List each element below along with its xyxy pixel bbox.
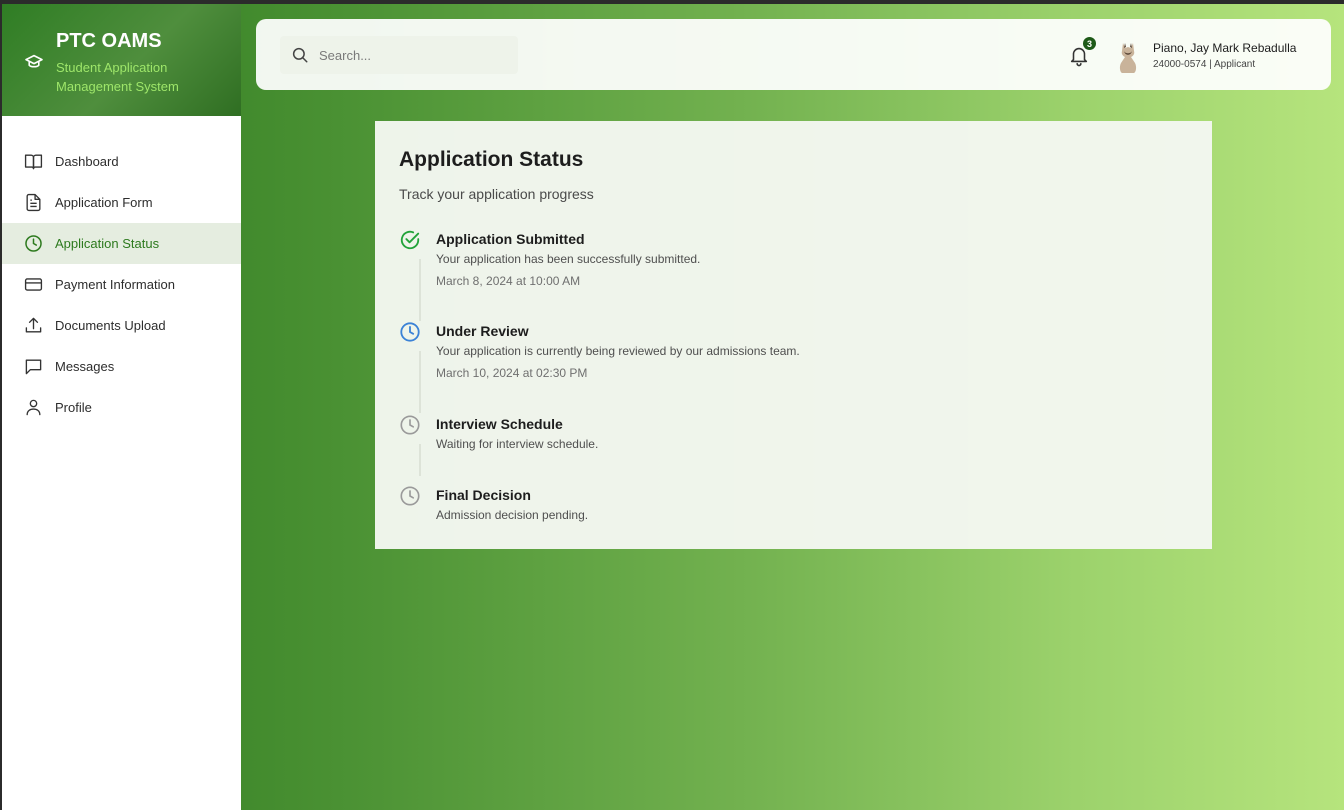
search-box[interactable]	[280, 36, 518, 74]
step-description: Your application is currently being revi…	[436, 344, 800, 358]
step-title: Application Submitted	[436, 231, 585, 247]
sidebar-item-label: Application Form	[55, 195, 153, 210]
timeline-connector	[419, 351, 421, 413]
clock-icon	[400, 322, 420, 342]
top-bar: 3 Piano, Jay Mark Rebadulla 24000-0574 |…	[256, 19, 1331, 90]
sidebar-item-label: Application Status	[55, 236, 160, 251]
notification-badge: 3	[1083, 37, 1096, 50]
sidebar-item-application-form[interactable]: Application Form	[2, 182, 241, 223]
upload-icon	[25, 317, 42, 333]
brand-subtitle: Student Application Management System	[56, 60, 179, 94]
check-circle-icon	[400, 230, 420, 250]
step-description: Your application has been successfully s…	[436, 252, 701, 266]
sidebar-item-label: Messages	[55, 359, 115, 374]
sidebar-item-label: Profile	[55, 400, 92, 415]
sidebar-item-label: Payment Information	[55, 277, 175, 292]
search-input[interactable]	[317, 46, 511, 64]
page-title: Application Status	[399, 148, 584, 171]
user-id-role: 24000-0574 | Applicant	[1153, 59, 1256, 70]
page-subtitle: Track your application progress	[399, 186, 594, 202]
graduation-cap-icon	[25, 54, 43, 68]
user-name: Piano, Jay Mark Rebadulla	[1153, 41, 1297, 55]
step-date: March 10, 2024 at 02:30 PM	[436, 366, 588, 380]
step-title: Interview Schedule	[436, 416, 563, 432]
step-date: March 8, 2024 at 10:00 AM	[436, 274, 581, 288]
search-icon	[292, 47, 308, 63]
step-title: Under Review	[436, 323, 529, 339]
timeline-connector	[419, 259, 421, 321]
book-open-icon	[24, 154, 43, 170]
step-description: Waiting for interview schedule.	[436, 437, 599, 451]
timeline-connector	[419, 444, 421, 476]
brand-header: PTC OAMS Student Application Management …	[2, 4, 241, 116]
sidebar-nav: Dashboard Application Form Application S…	[2, 116, 241, 428]
clock-icon	[400, 486, 420, 506]
sidebar-item-payment-information[interactable]: Payment Information	[2, 264, 241, 305]
credit-card-icon	[24, 278, 43, 291]
sidebar-item-application-status[interactable]: Application Status	[2, 223, 241, 264]
step-description: Admission decision pending.	[436, 508, 589, 522]
user-icon	[26, 399, 41, 416]
sidebar-item-label: Dashboard	[55, 154, 119, 169]
sidebar-item-messages[interactable]: Messages	[2, 346, 241, 387]
step-title: Final Decision	[436, 487, 531, 503]
brand-title: PTC OAMS	[56, 30, 162, 52]
message-square-icon	[25, 359, 42, 375]
app-window: PTC OAMS Student Application Management …	[2, 4, 1344, 810]
file-text-icon	[26, 193, 41, 212]
sidebar-item-profile[interactable]: Profile	[2, 387, 241, 428]
avatar[interactable]	[1114, 39, 1142, 73]
sidebar-item-dashboard[interactable]: Dashboard	[2, 141, 241, 182]
sidebar-item-documents-upload[interactable]: Documents Upload	[2, 305, 241, 346]
sidebar-item-label: Documents Upload	[55, 318, 166, 333]
application-status-card: Application Status Track your applicatio…	[375, 121, 1212, 549]
clock-icon	[400, 415, 420, 435]
clock-icon	[25, 235, 42, 252]
sidebar: PTC OAMS Student Application Management …	[2, 4, 241, 810]
